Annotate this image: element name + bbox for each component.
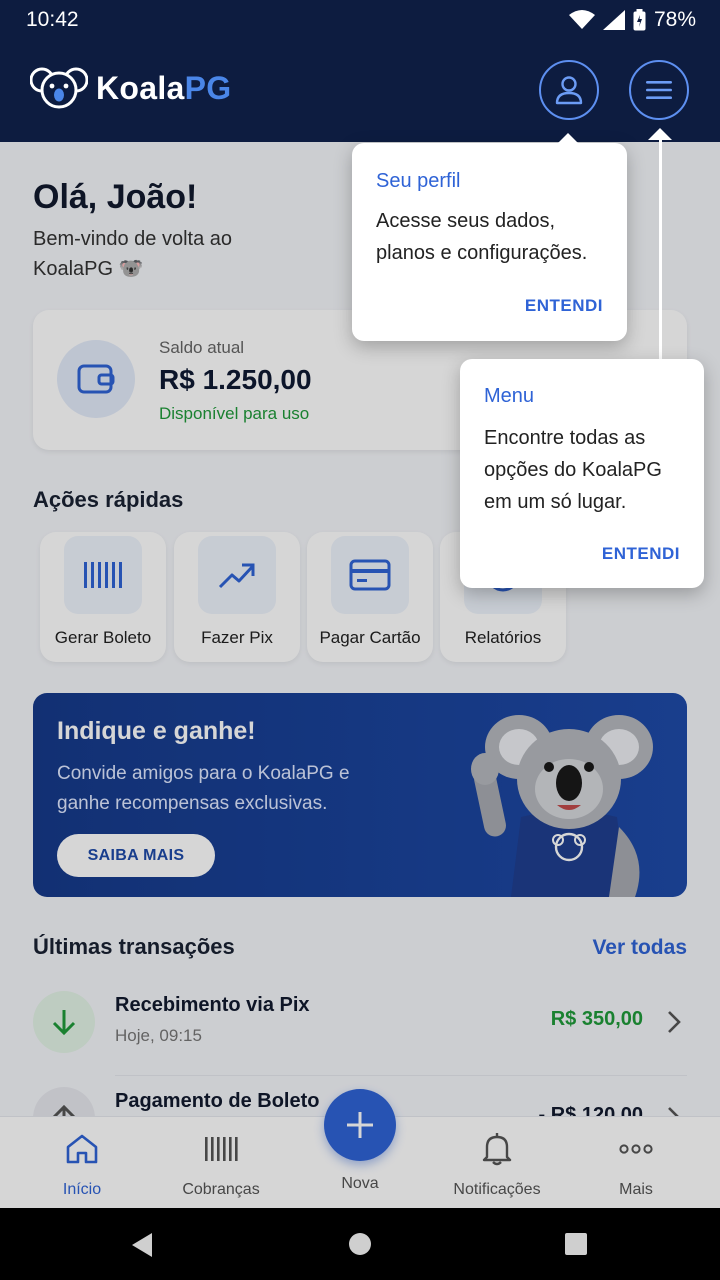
menu-tooltip-dismiss-button[interactable]: ENTENDI [602, 544, 680, 564]
app-logo: KoalaPG [30, 64, 231, 112]
tooltip-title: Seu perfil [376, 170, 461, 192]
menu-button[interactable] [629, 60, 689, 120]
menu-pointer-arrow [648, 128, 672, 140]
hamburger-menu-icon [646, 81, 672, 99]
tooltip-body: Acesse seus dados, planos e configuraçõe… [376, 210, 588, 264]
status-icons: 78% [568, 8, 696, 32]
system-navigation-bar [0, 1208, 720, 1280]
home-circle-icon[interactable] [348, 1232, 372, 1256]
tooltip-arrow [556, 133, 580, 145]
back-icon[interactable] [130, 1232, 154, 1258]
brand-name: KoalaPG [96, 70, 231, 107]
status-time: 10:42 [26, 8, 79, 31]
profile-tooltip-dismiss-button[interactable]: ENTENDI [525, 296, 603, 316]
tooltip-title: Menu [484, 385, 535, 407]
menu-pointer-line [659, 136, 662, 366]
profile-tooltip: Seu perfil Acesse seus dados, planos e c… [352, 133, 627, 341]
tooltip-body: Encontre todas as opções do KoalaPG em u… [484, 427, 662, 513]
battery-level: 78% [653, 8, 696, 31]
status-bar: 10:42 78% [0, 0, 720, 40]
menu-tooltip: Menu Encontre todas as opções do KoalaPG… [460, 359, 704, 588]
wifi-icon [568, 10, 595, 29]
recents-icon[interactable] [565, 1233, 587, 1255]
koala-logo-icon [30, 67, 88, 109]
battery-icon [633, 9, 646, 31]
user-icon [555, 76, 583, 105]
brand-name-accent: PG [184, 69, 232, 106]
cellular-signal-icon [602, 10, 625, 30]
profile-button[interactable] [539, 60, 599, 120]
app-header: KoalaPG [0, 40, 720, 142]
brand-name-main: Koala [96, 69, 185, 106]
